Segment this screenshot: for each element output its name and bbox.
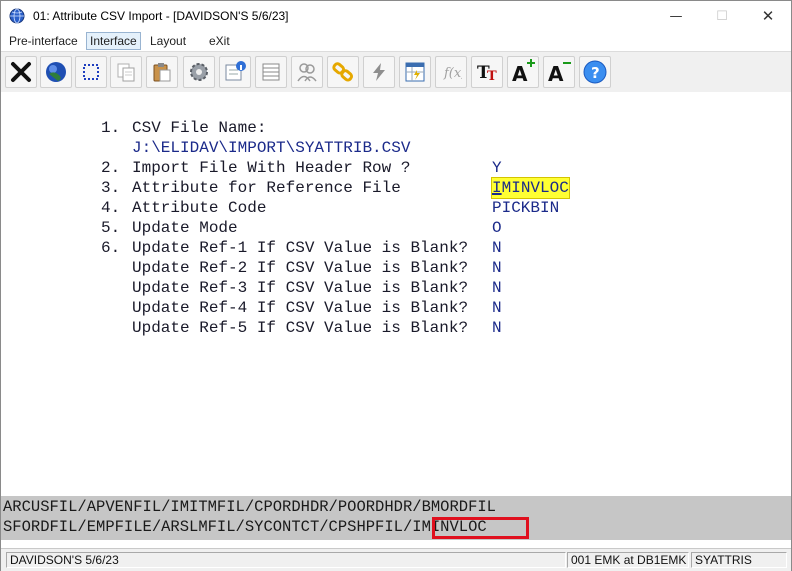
link-chain-icon[interactable] [327,56,359,88]
field-attribute-code-value[interactable]: PICKBIN [492,198,559,218]
field-2-number: 2. [101,159,121,177]
menu-bar: Pre-interface Interface Layout eXit [1,31,791,51]
select-dotted-icon[interactable] [75,56,107,88]
field-header-row-value[interactable]: Y [492,158,502,178]
reference-file-list-line-1[interactable]: ARCUSFIL/APVENFIL/IMITMFIL/CPORDHDR/POOR… [3,497,496,517]
minimize-button[interactable]: — [653,1,699,31]
text-cursor: I [492,179,502,197]
field-update-ref2-label: Update Ref-2 If CSV Value is Blank? [132,259,469,277]
svg-text:A: A [548,62,564,85]
svg-text:f(x): f(x) [443,66,462,81]
field-update-ref3-label: Update Ref-3 If CSV Value is Blank? [132,279,469,297]
settings-gear-icon[interactable] [183,56,215,88]
status-user: 001 EMK at DB1EMK [567,552,689,568]
application-window: 01: Attribute CSV Import - [DAVIDSON'S 5… [0,0,792,571]
reference-file-list: ARCUSFIL/APVENFIL/IMITMFIL/CPORDHDR/POOR… [1,496,791,540]
form-area: 1. CSV File Name: J:\ELIDAV\IMPORT\SYATT… [1,92,791,496]
status-bar: DAVIDSON'S 5/6/23 001 EMK at DB1EMK SYAT… [1,548,791,571]
field-update-ref4-label: Update Ref-4 If CSV Value is Blank? [132,299,469,317]
field-1-number: 1. [101,119,121,137]
text-style-icon[interactable]: TT [471,56,503,88]
field-update-ref3-value[interactable]: N [492,278,502,298]
globe-icon[interactable] [40,56,72,88]
field-3-number: 3. [101,179,121,197]
svg-text:A: A [512,62,528,85]
menu-exit[interactable]: eXit [206,33,233,49]
menu-pre-interface[interactable]: Pre-interface [6,33,81,49]
reference-file-list-line-2-text: SFORDFIL/EMPFILE/ARSLMFIL/SYCONTCT/CPSHP… [3,518,413,536]
field-reference-file-value: MINVLOC [501,179,569,197]
svg-text:?: ? [591,64,600,82]
app-globe-icon [9,8,25,24]
status-program: SYATTRIS [691,552,787,568]
maximize-button[interactable]: ☐ [699,1,745,31]
lightning-icon[interactable] [363,56,395,88]
field-attribute-code-label: Attribute Code [132,199,267,217]
close-x-icon[interactable] [5,56,37,88]
list-icon[interactable] [255,56,287,88]
users-icon[interactable] [291,56,323,88]
spreadsheet-icon[interactable] [399,56,431,88]
field-4-number: 4. [101,199,121,217]
title-bar[interactable]: 01: Attribute CSV Import - [DAVIDSON'S 5… [1,1,791,31]
paste-icon[interactable] [146,56,178,88]
status-company: DAVIDSON'S 5/6/23 [6,552,566,568]
field-update-mode-label: Update Mode [132,219,238,237]
csv-file-path-value[interactable]: J:\ELIDAV\IMPORT\SYATTRIB.CSV [132,138,410,158]
menu-layout[interactable]: Layout [147,33,189,49]
field-update-ref2-value[interactable]: N [492,258,502,278]
help-icon[interactable]: ? [579,56,611,88]
font-decrease-icon[interactable]: A [543,56,575,88]
field-header-row-label: Import File With Header Row ? [132,159,411,177]
font-increase-icon[interactable]: A [507,56,539,88]
copy-icon[interactable] [110,56,142,88]
reference-file-list-line-2[interactable]: SFORDFIL/EMPFILE/ARSLMFIL/SYCONTCT/CPSHP… [3,517,487,537]
field-5-number: 5. [101,219,121,237]
field-csv-file-name-label: CSV File Name: [132,119,267,137]
selected-option-highlight-box [432,517,529,539]
field-update-ref5-value[interactable]: N [492,318,502,338]
toolbar: f(x) TT A A ? [1,51,791,93]
formula-icon[interactable]: f(x) [435,56,467,88]
field-reference-file-input[interactable]: IMINVLOC [491,177,570,199]
field-reference-file-label: Attribute for Reference File [132,179,401,197]
field-update-ref4-value[interactable]: N [492,298,502,318]
field-6-number: 6. [101,239,121,257]
field-update-ref1-value[interactable]: N [492,238,502,258]
svg-text:T: T [487,69,497,84]
properties-icon[interactable] [219,56,251,88]
field-update-mode-value[interactable]: O [492,218,502,238]
field-update-ref5-label: Update Ref-5 If CSV Value is Blank? [132,319,469,337]
field-update-ref1-label: Update Ref-1 If CSV Value is Blank? [132,239,469,257]
window-title: 01: Attribute CSV Import - [DAVIDSON'S 5… [33,9,289,23]
menu-interface[interactable]: Interface [86,32,141,50]
close-button[interactable]: ✕ [745,1,791,31]
